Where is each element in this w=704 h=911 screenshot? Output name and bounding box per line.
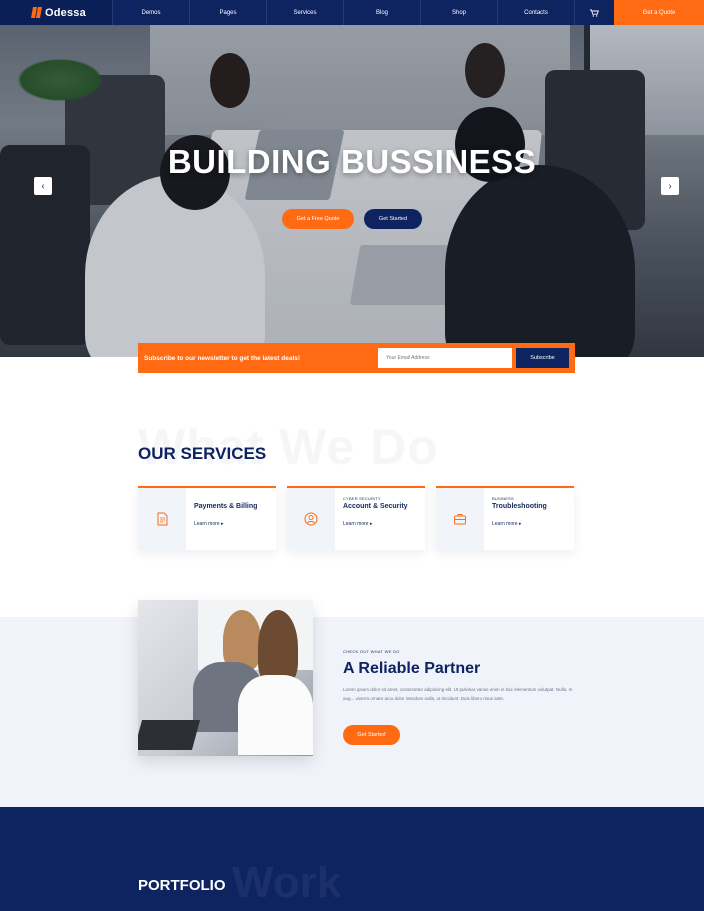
learn-more-link[interactable]: Learn more ▸ xyxy=(343,521,408,527)
document-icon xyxy=(157,512,168,526)
newsletter-text: Subscribe to our newsletter to get the l… xyxy=(144,354,301,362)
get-free-quote-button[interactable]: Get a Free Quote xyxy=(282,209,354,229)
service-card[interactable]: Payments & Billing Learn more ▸ xyxy=(138,486,276,550)
card-kicker: CYBER SECURITY xyxy=(343,496,381,501)
learn-more-link[interactable]: Learn more ▸ xyxy=(492,521,547,527)
logo[interactable]: Odessa xyxy=(0,0,112,25)
partner-kicker: CHECK OUT WHAT WE DO xyxy=(343,649,400,654)
partner-photo xyxy=(138,600,313,756)
partner-description: Lorem ipsum dolor sit amet, consectetur … xyxy=(343,687,573,701)
nav-item-pages[interactable]: Pages xyxy=(189,0,266,25)
learn-more-label: Learn more xyxy=(194,521,220,527)
arrow-right-icon: ▸ xyxy=(518,521,522,527)
card-kicker: BUSINESS xyxy=(492,496,514,501)
arrow-right-icon: ▸ xyxy=(369,521,373,527)
photo-person xyxy=(238,675,313,755)
hero-overlay xyxy=(0,25,704,357)
get-started-button[interactable]: Get Started xyxy=(364,209,422,229)
nav-item-services[interactable]: Services xyxy=(266,0,343,25)
portfolio-heading: PORTFOLIO xyxy=(138,877,226,894)
nav-item-demos[interactable]: Demos xyxy=(112,0,189,25)
photo-person xyxy=(223,610,261,670)
card-icon-box xyxy=(138,488,186,550)
partner-title: A Reliable Partner xyxy=(343,660,481,677)
nav-item-contacts[interactable]: Contacts xyxy=(497,0,574,25)
card-title: Payments & Billing xyxy=(194,503,258,510)
logo-text: Odessa xyxy=(45,6,86,19)
service-cards: Payments & Billing Learn more ▸ CYBER SE… xyxy=(138,486,575,550)
subscribe-button[interactable]: Subscribe xyxy=(516,348,569,368)
partner-get-started-button[interactable]: Get Started xyxy=(343,725,400,745)
portfolio-section xyxy=(0,807,704,911)
photo-laptop xyxy=(138,720,201,750)
nav-item-blog[interactable]: Blog xyxy=(343,0,420,25)
card-body: BUSINESS Troubleshooting Learn more ▸ xyxy=(484,488,547,550)
service-card[interactable]: CYBER SECURITY Account & Security Learn … xyxy=(287,486,425,550)
learn-more-link[interactable]: Learn more ▸ xyxy=(194,521,257,527)
card-body: CYBER SECURITY Account & Security Learn … xyxy=(335,488,408,550)
card-title: Troubleshooting xyxy=(492,503,547,510)
portfolio-background-text: Work xyxy=(232,858,342,907)
newsletter-bar: Subscribe to our newsletter to get the l… xyxy=(138,343,575,373)
hero-slider: BUILDING BUSSINESS Get a Free Quote Get … xyxy=(0,25,704,357)
card-icon-box xyxy=(287,488,335,550)
user-icon xyxy=(304,512,318,526)
learn-more-label: Learn more xyxy=(343,521,369,527)
hero-buttons: Get a Free Quote Get Started xyxy=(0,209,704,229)
cart-icon[interactable] xyxy=(574,0,614,25)
chevron-left-icon[interactable]: ‹ xyxy=(34,177,52,195)
service-card[interactable]: BUSINESS Troubleshooting Learn more ▸ xyxy=(436,486,574,550)
hero-title: BUILDING BUSSINESS xyxy=(167,143,537,180)
chevron-right-icon[interactable]: › xyxy=(661,177,679,195)
photo-person xyxy=(258,610,298,685)
services-heading: OUR SERVICES xyxy=(138,444,267,463)
card-body: Payments & Billing Learn more ▸ xyxy=(186,488,257,550)
top-navigation: Odessa Demos Pages Services Blog Shop Co… xyxy=(0,0,704,25)
main-menu: Demos Pages Services Blog Shop Contacts xyxy=(112,0,614,25)
partner-section xyxy=(0,617,704,807)
card-kicker xyxy=(194,496,257,502)
card-title: Account & Security xyxy=(343,503,408,510)
get-a-quote-button[interactable]: Get a Quote xyxy=(614,0,704,25)
arrow-right-icon: ▸ xyxy=(220,521,224,527)
logo-icon xyxy=(31,7,42,18)
card-icon-box xyxy=(436,488,484,550)
nav-item-shop[interactable]: Shop xyxy=(420,0,497,25)
learn-more-label: Learn more xyxy=(492,521,518,527)
email-input[interactable] xyxy=(378,348,512,368)
briefcase-icon xyxy=(454,514,466,525)
